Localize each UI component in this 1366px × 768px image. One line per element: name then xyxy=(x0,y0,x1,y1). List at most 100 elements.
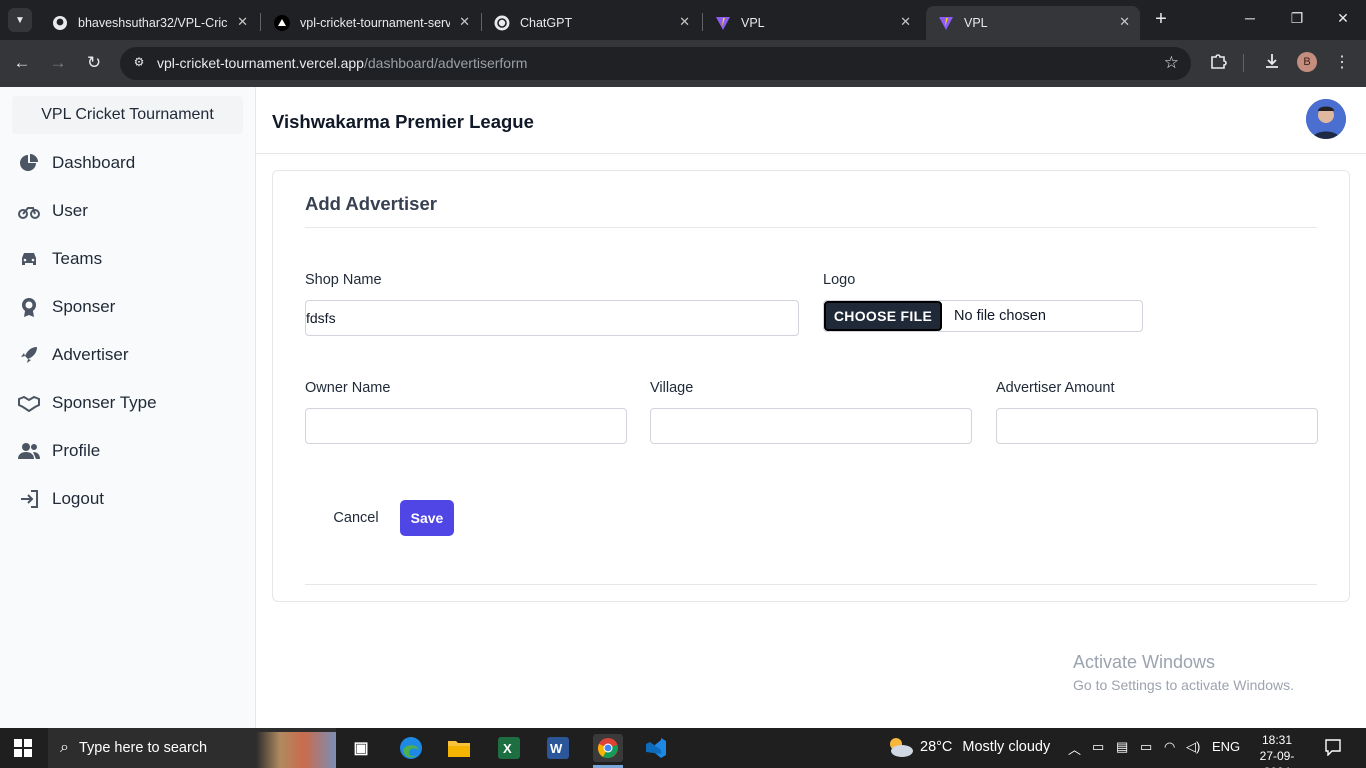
notification-icon[interactable] xyxy=(1324,738,1344,758)
browser-toolbar: ← → ↻ ⚙ vpl-cricket-tournament.vercel.ap… xyxy=(0,40,1366,87)
sidebar-item-teams[interactable]: Teams xyxy=(18,243,238,275)
close-icon[interactable]: ✕ xyxy=(1119,14,1130,30)
system-clock[interactable]: 18:31 27-09-2024 xyxy=(1250,732,1304,768)
profile-avatar[interactable]: B xyxy=(1297,52,1317,72)
weather-temp: 28°C xyxy=(920,739,953,755)
tab-github[interactable]: bhaveshsuthar32/VPL-Cricket ✕ xyxy=(40,6,258,40)
save-button[interactable]: Save xyxy=(400,500,454,536)
task-view-icon[interactable]: ▣ xyxy=(346,734,376,762)
sidebar-item-advertiser[interactable]: Advertiser xyxy=(18,339,238,371)
sidebar-item-user[interactable]: User xyxy=(18,195,238,227)
close-icon[interactable]: ✕ xyxy=(237,14,248,30)
sidebar: VPL Cricket Tournament Dashboard User Te… xyxy=(0,87,256,728)
close-icon[interactable]: ✕ xyxy=(900,14,911,30)
weather-widget[interactable]: 28°C Mostly cloudy xyxy=(886,736,1050,758)
weather-text: Mostly cloudy xyxy=(962,739,1051,755)
svg-text:X: X xyxy=(503,741,512,756)
vscode-icon[interactable] xyxy=(641,734,671,762)
browser-tab-bar: ▼ bhaveshsuthar32/VPL-Cricket ✕ vpl-cric… xyxy=(0,0,1366,40)
award-icon xyxy=(18,296,40,318)
sidebar-item-label: Dashboard xyxy=(52,153,136,172)
url-text: vpl-cricket-tournament.vercel.app/dashbo… xyxy=(157,55,527,71)
search-highlight-image xyxy=(256,732,336,768)
volume-icon[interactable]: ◁) xyxy=(1186,739,1200,755)
vercel-icon xyxy=(274,15,290,31)
activate-windows-watermark: Activate Windows Go to Settings to activ… xyxy=(1073,652,1294,693)
new-tab-button[interactable]: + xyxy=(1150,8,1172,32)
more-menu-icon[interactable]: ⋮ xyxy=(1330,52,1354,76)
sidebar-item-profile[interactable]: Profile xyxy=(18,435,238,467)
cancel-button[interactable]: Cancel xyxy=(321,500,391,536)
logo-file-input[interactable]: CHOOSE FILE No file chosen xyxy=(823,300,1143,332)
handshake-icon xyxy=(18,392,40,414)
motorcycle-icon xyxy=(18,200,40,222)
tab-vercel[interactable]: vpl-cricket-tournament-serv ✕ xyxy=(262,6,480,40)
chevron-up-icon[interactable]: ︿ xyxy=(1068,739,1081,758)
language-indicator[interactable]: ENG xyxy=(1212,739,1240,754)
advertiser-amount-label: Advertiser Amount xyxy=(996,380,1115,396)
battery-icon[interactable]: ▭ xyxy=(1140,739,1152,755)
tab-label: bhaveshsuthar32/VPL-Cricket xyxy=(78,16,228,30)
sidebar-item-label: User xyxy=(52,201,88,220)
sidebar-item-label: Advertiser xyxy=(52,345,129,364)
network-alert-icon[interactable]: ▤ xyxy=(1116,739,1128,755)
reload-icon[interactable]: ↻ xyxy=(82,52,106,76)
restore-icon[interactable]: ❐ xyxy=(1287,10,1307,27)
url-host: vpl-cricket-tournament.vercel.app xyxy=(157,55,364,71)
tab-search-button[interactable]: ▼ xyxy=(8,8,32,32)
cloud-sun-icon xyxy=(886,736,914,758)
toolbar-divider xyxy=(1243,54,1244,72)
page-title: Vishwakarma Premier League xyxy=(272,111,534,132)
advertiser-form-card: Add Advertiser Shop Name fdsfs Logo CHOO… xyxy=(272,170,1350,602)
wifi-icon[interactable]: ◠ xyxy=(1164,739,1175,755)
close-icon[interactable]: ✕ xyxy=(459,14,470,30)
taskbar-search[interactable]: ⌕ Type here to search xyxy=(48,728,336,768)
sidebar-brand[interactable]: VPL Cricket Tournament xyxy=(12,96,243,134)
tab-label: ChatGPT xyxy=(520,16,573,30)
extensions-icon[interactable] xyxy=(1206,52,1230,76)
clock-date: 27-09-2024 xyxy=(1259,749,1295,768)
chrome-icon[interactable] xyxy=(593,734,623,762)
edge-icon[interactable] xyxy=(396,734,426,762)
user-avatar[interactable] xyxy=(1306,99,1346,139)
forward-icon[interactable]: → xyxy=(46,52,70,76)
tab-label: vpl-cricket-tournament-serv xyxy=(300,16,450,30)
divider xyxy=(305,227,1317,228)
sidebar-item-dashboard[interactable]: Dashboard xyxy=(18,147,238,179)
search-icon: ⌕ xyxy=(60,739,69,756)
advertiser-amount-input[interactable] xyxy=(996,408,1318,444)
word-icon[interactable]: W xyxy=(543,734,573,762)
meet-icon[interactable]: ▭ xyxy=(1092,739,1104,755)
close-icon[interactable]: ✕ xyxy=(679,14,690,30)
sidebar-item-logout[interactable]: Logout xyxy=(18,483,238,515)
sidebar-item-label: Sponser Type xyxy=(52,393,157,412)
sidebar-item-label: Logout xyxy=(52,489,104,508)
vite-icon xyxy=(715,15,731,31)
sidebar-item-sponser-type[interactable]: Sponser Type xyxy=(18,387,238,419)
tab-vpl-active[interactable]: VPL ✕ xyxy=(926,6,1140,40)
vite-icon xyxy=(938,15,954,31)
tab-vpl[interactable]: VPL ✕ xyxy=(703,6,921,40)
site-settings-icon[interactable]: ⚙ xyxy=(130,55,148,73)
sidebar-item-sponser[interactable]: Sponser xyxy=(18,291,238,323)
village-label: Village xyxy=(650,380,694,396)
tab-chatgpt[interactable]: ChatGPT ✕ xyxy=(482,6,700,40)
excel-icon[interactable]: X xyxy=(494,734,524,762)
github-icon xyxy=(52,15,68,31)
pie-chart-icon xyxy=(18,152,40,174)
shop-name-input[interactable]: fdsfs xyxy=(305,300,799,336)
bookmark-star-icon[interactable]: ☆ xyxy=(1164,53,1179,73)
car-icon xyxy=(18,248,40,270)
file-explorer-icon[interactable] xyxy=(444,734,474,762)
choose-file-button[interactable]: CHOOSE FILE xyxy=(824,301,942,331)
windows-start-icon[interactable] xyxy=(14,739,32,757)
village-input[interactable] xyxy=(650,408,972,444)
minimize-icon[interactable]: ─ xyxy=(1240,10,1260,26)
window-close-icon[interactable]: ✕ xyxy=(1333,10,1353,27)
download-icon[interactable] xyxy=(1260,52,1284,76)
no-file-text: No file chosen xyxy=(954,308,1046,324)
owner-name-input[interactable] xyxy=(305,408,627,444)
address-bar[interactable]: ⚙ vpl-cricket-tournament.vercel.app/dash… xyxy=(120,47,1191,80)
app-header: Vishwakarma Premier League xyxy=(256,87,1366,154)
back-icon[interactable]: ← xyxy=(10,52,34,76)
